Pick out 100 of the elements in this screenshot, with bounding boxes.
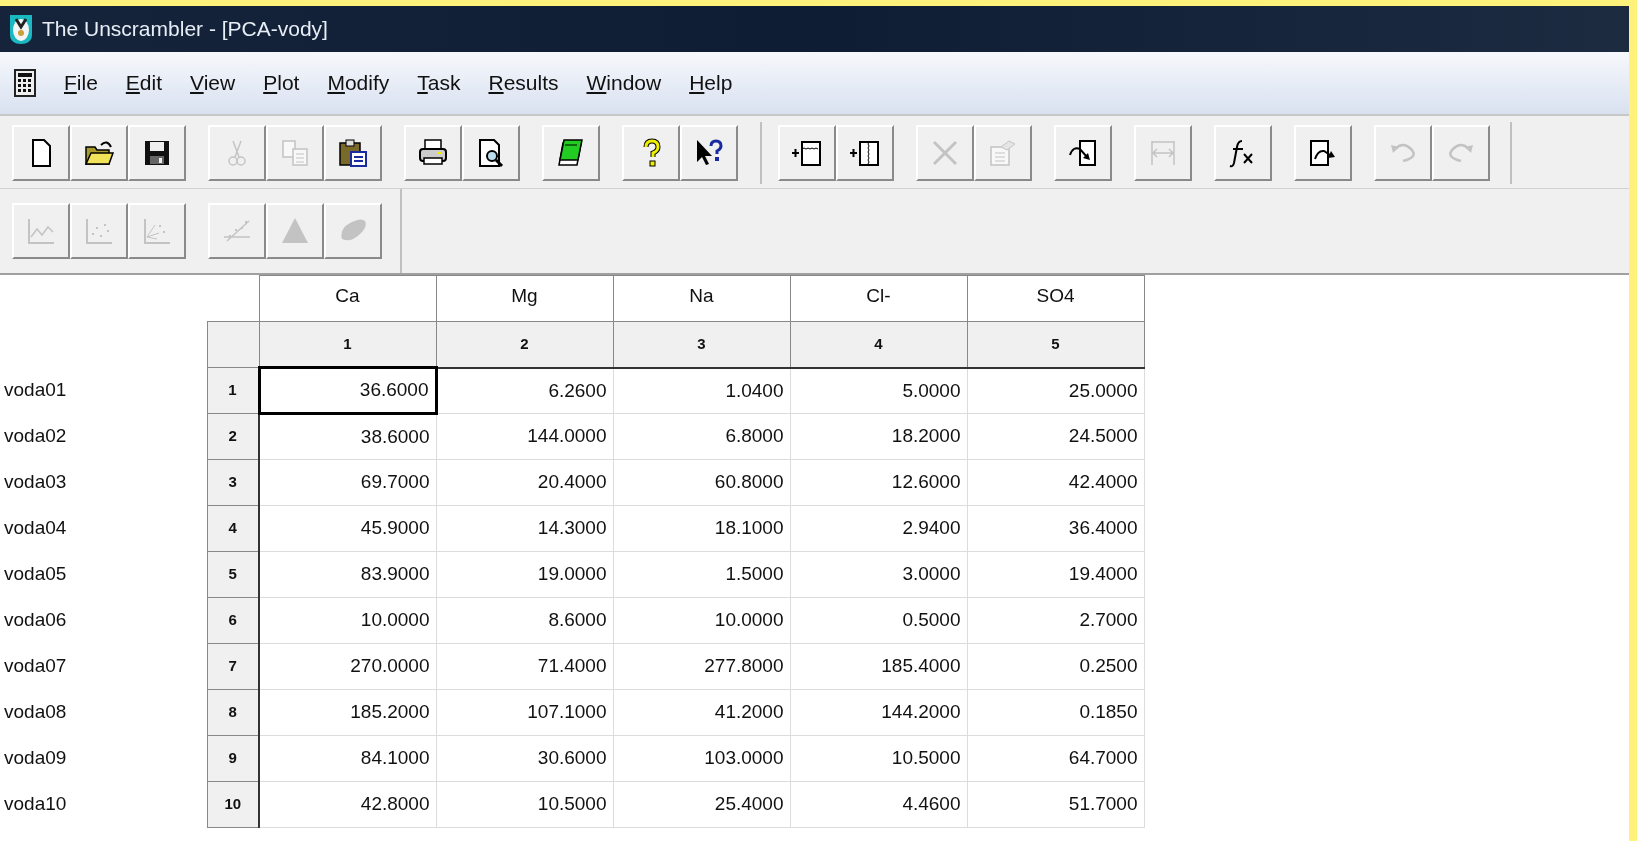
table-cell: 185.4000 <box>790 643 967 690</box>
spreadsheet-icon <box>14 69 36 97</box>
table-cell: 6.2600 <box>436 367 613 414</box>
row-number: 4 <box>207 505 259 552</box>
table-cell: 0.5000 <box>790 597 967 644</box>
row-number: 1 <box>207 367 259 414</box>
floppy-disk-button[interactable] <box>128 125 186 181</box>
row-number: 9 <box>207 735 259 782</box>
table-cell: 185.2000 <box>259 689 436 736</box>
import-arrow-icon <box>1067 137 1099 169</box>
table-cell: 4.4600 <box>790 781 967 828</box>
table-cell: 18.1000 <box>613 505 790 552</box>
table-cell: 10.5000 <box>790 735 967 782</box>
print-preview-button[interactable] <box>462 125 520 181</box>
table-cell: 36.6000 <box>259 367 436 414</box>
question-mark-button[interactable] <box>622 125 680 181</box>
table-cell: 18.2000 <box>790 413 967 460</box>
table-cell: 45.9000 <box>259 505 436 552</box>
row-name: voda07 <box>0 643 207 690</box>
table-cell: 10.5000 <box>436 781 613 828</box>
table-cell: 103.0000 <box>613 735 790 782</box>
menu-item[interactable]: Task <box>417 67 461 99</box>
table-cell: 8.6000 <box>436 597 613 644</box>
open-folder-button[interactable] <box>70 125 128 181</box>
menu-item[interactable]: View <box>190 67 236 99</box>
table-cell: 107.1000 <box>436 689 613 736</box>
table-cell: 144.0000 <box>436 413 613 460</box>
row-number: 10 <box>207 781 259 828</box>
menu-item[interactable]: Window <box>586 67 662 99</box>
table-cell: 84.1000 <box>259 735 436 782</box>
row-number: 3 <box>207 459 259 506</box>
menu-item[interactable]: Edit <box>125 67 163 99</box>
row-number: 5 <box>207 551 259 598</box>
import-arrow-button[interactable] <box>1054 125 1112 181</box>
table-cell: 270.0000 <box>259 643 436 690</box>
add-column-button[interactable] <box>836 125 894 181</box>
table-cell: 5.0000 <box>790 367 967 414</box>
menu-item[interactable]: Modify <box>327 67 390 99</box>
table-cell: 6.8000 <box>613 413 790 460</box>
table-cell: 1.5000 <box>613 551 790 598</box>
table-cell: 38.6000 <box>259 413 436 460</box>
row-number: 7 <box>207 643 259 690</box>
table-cell: 2.9400 <box>790 505 967 552</box>
table-cell: 10.0000 <box>259 597 436 644</box>
new-document-button[interactable] <box>12 125 70 181</box>
menu-item[interactable]: Results <box>488 67 559 99</box>
table-cell: 69.7000 <box>259 459 436 506</box>
table-cell: 71.4000 <box>436 643 613 690</box>
row-number: 6 <box>207 597 259 644</box>
table-cell: 25.0000 <box>967 367 1144 414</box>
row-name: voda09 <box>0 735 207 782</box>
row-name: voda10 <box>0 781 207 828</box>
pointer-question-button[interactable] <box>680 125 738 181</box>
export-arrow-button[interactable] <box>1294 125 1352 181</box>
table-cell: 42.8000 <box>259 781 436 828</box>
table-cell: 0.1850 <box>967 689 1144 736</box>
notebook-button[interactable] <box>542 125 600 181</box>
table-cell: 19.4000 <box>967 551 1144 598</box>
menu-item[interactable]: File <box>64 67 98 99</box>
clipboard-button[interactable] <box>324 125 382 181</box>
add-row-button[interactable] <box>778 125 836 181</box>
row-name: voda04 <box>0 505 207 552</box>
table-cell: 36.4000 <box>967 505 1144 552</box>
table-cell: 10.0000 <box>613 597 790 644</box>
window-title: The Unscrambler - [PCA-vody] <box>42 16 328 43</box>
column-number: 1 <box>259 321 436 368</box>
function-fx-button[interactable] <box>1214 125 1272 181</box>
table-cell: 14.3000 <box>436 505 613 552</box>
column-number: 2 <box>436 321 613 368</box>
table-cell: 60.8000 <box>613 459 790 506</box>
table-cell: 277.8000 <box>613 643 790 690</box>
table-cell: 19.0000 <box>436 551 613 598</box>
row-name: voda01 <box>0 367 207 414</box>
table-cell: 25.4000 <box>613 781 790 828</box>
row-name: voda06 <box>0 597 207 644</box>
copy-icon <box>279 137 311 169</box>
column-number: 5 <box>967 321 1144 368</box>
column-number: 4 <box>790 321 967 368</box>
row-name: voda08 <box>0 689 207 736</box>
row-name: voda05 <box>0 551 207 598</box>
table-cell: 12.6000 <box>790 459 967 506</box>
table-cell: 1.0400 <box>613 367 790 414</box>
table-cell: 144.2000 <box>790 689 967 736</box>
table-cell: 3.0000 <box>790 551 967 598</box>
table-cell: 64.7000 <box>967 735 1144 782</box>
row-number: 8 <box>207 689 259 736</box>
row-number: 2 <box>207 413 259 460</box>
printer-button[interactable] <box>404 125 462 181</box>
menu-item[interactable]: Plot <box>263 67 300 99</box>
app-logo-icon <box>8 13 34 45</box>
table-cell: 24.5000 <box>967 413 1144 460</box>
table-cell: 51.7000 <box>967 781 1144 828</box>
table-cell: 30.6000 <box>436 735 613 782</box>
row-name: voda02 <box>0 413 207 460</box>
column-number: 3 <box>613 321 790 368</box>
table-cell: 0.2500 <box>967 643 1144 690</box>
row-name: voda03 <box>0 459 207 506</box>
clipboard-icon <box>337 137 369 169</box>
menu-item[interactable]: Help <box>689 67 733 99</box>
table-cell: 2.7000 <box>967 597 1144 644</box>
